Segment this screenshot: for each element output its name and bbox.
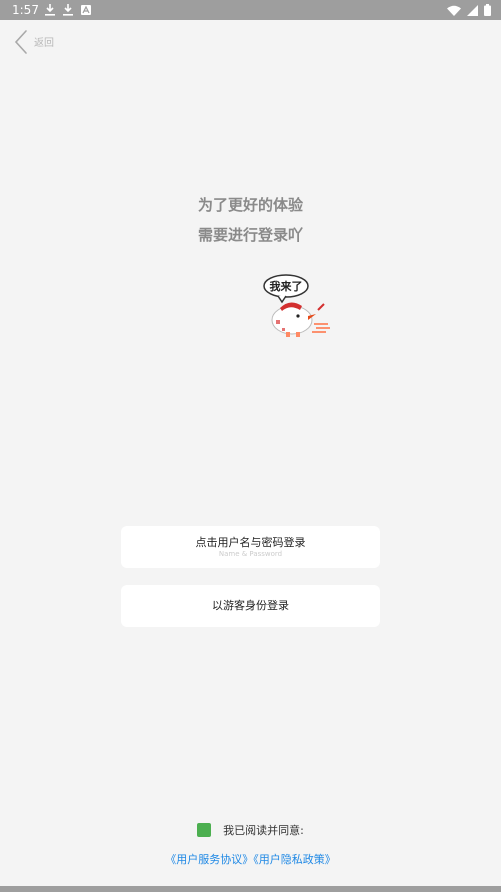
headline-line-2: 需要进行登录吖 bbox=[197, 226, 303, 244]
mascot-illustration: 我来了 bbox=[262, 272, 332, 340]
status-time: 1:57 bbox=[12, 3, 39, 17]
chevron-left-icon bbox=[14, 29, 28, 59]
privacy-policy-link[interactable]: 《用户隐私政策》 bbox=[253, 853, 336, 866]
headline-line-1: 为了更好的体验 bbox=[197, 196, 303, 214]
a-notification-icon bbox=[81, 5, 91, 15]
mascot-speech: 我来了 bbox=[270, 279, 303, 293]
policy-links: 《用户服务协议》《用户隐私政策》 bbox=[0, 851, 501, 867]
battery-icon bbox=[484, 4, 491, 16]
guest-login-label: 以游客身份登录 bbox=[212, 599, 289, 612]
service-agreement-link[interactable]: 《用户服务协议》 bbox=[165, 853, 253, 866]
status-system-icons bbox=[447, 4, 491, 16]
back-button[interactable]: 返回 bbox=[14, 30, 54, 58]
signal-icon bbox=[467, 4, 478, 16]
agreement-text: 我已阅读并同意: bbox=[223, 824, 304, 837]
download-icon bbox=[63, 4, 73, 16]
headline: 为了更好的体验 需要进行登录吖 bbox=[0, 190, 501, 250]
status-bar: 1:57 bbox=[0, 0, 501, 20]
password-login-label: 点击用户名与密码登录 bbox=[195, 536, 306, 549]
password-login-button[interactable]: 点击用户名与密码登录 Name & Password bbox=[121, 526, 380, 568]
password-login-subtitle: Name & Password bbox=[218, 550, 283, 558]
agreement-checkbox[interactable] bbox=[197, 823, 212, 837]
navigation-bar bbox=[0, 886, 501, 892]
download-icon bbox=[45, 4, 55, 16]
guest-login-button[interactable]: 以游客身份登录 bbox=[121, 585, 380, 627]
agreement-row: 我已阅读并同意: bbox=[0, 822, 501, 838]
back-label: 返回 bbox=[34, 38, 54, 49]
wifi-icon bbox=[447, 5, 461, 16]
status-notification-icons bbox=[45, 4, 91, 16]
